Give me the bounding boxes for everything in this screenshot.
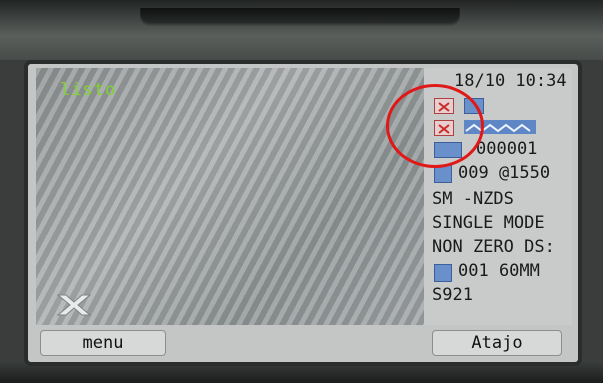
device-slot [140,8,460,26]
lcd-screen: listo 18/10 10:34 000001 009 @1550 SM -N… [28,64,578,362]
fiber-ds: NON ZERO DS: [432,237,555,257]
status-label: listo [60,80,117,100]
model-number: S921 [432,285,473,305]
fiber-mode: SINGLE MODE [432,213,545,233]
datetime: 18/10 10:34 [454,71,567,91]
camera-view: listo [36,68,424,325]
fiber-icon [434,264,452,282]
atajo-button[interactable]: Atajo [432,330,562,356]
device-bezel-top [0,0,603,60]
x-glyph-icon [56,294,92,316]
counter-value: 000001 [476,139,538,159]
annotation-circle [386,84,484,168]
menu-button[interactable]: menu [40,330,166,356]
fiber-setting: 001 60MM [458,261,540,281]
device-bezel-bottom [0,360,603,383]
fiber-code: SM -NZDS [432,189,514,209]
program-value: 009 @1550 [458,163,551,183]
